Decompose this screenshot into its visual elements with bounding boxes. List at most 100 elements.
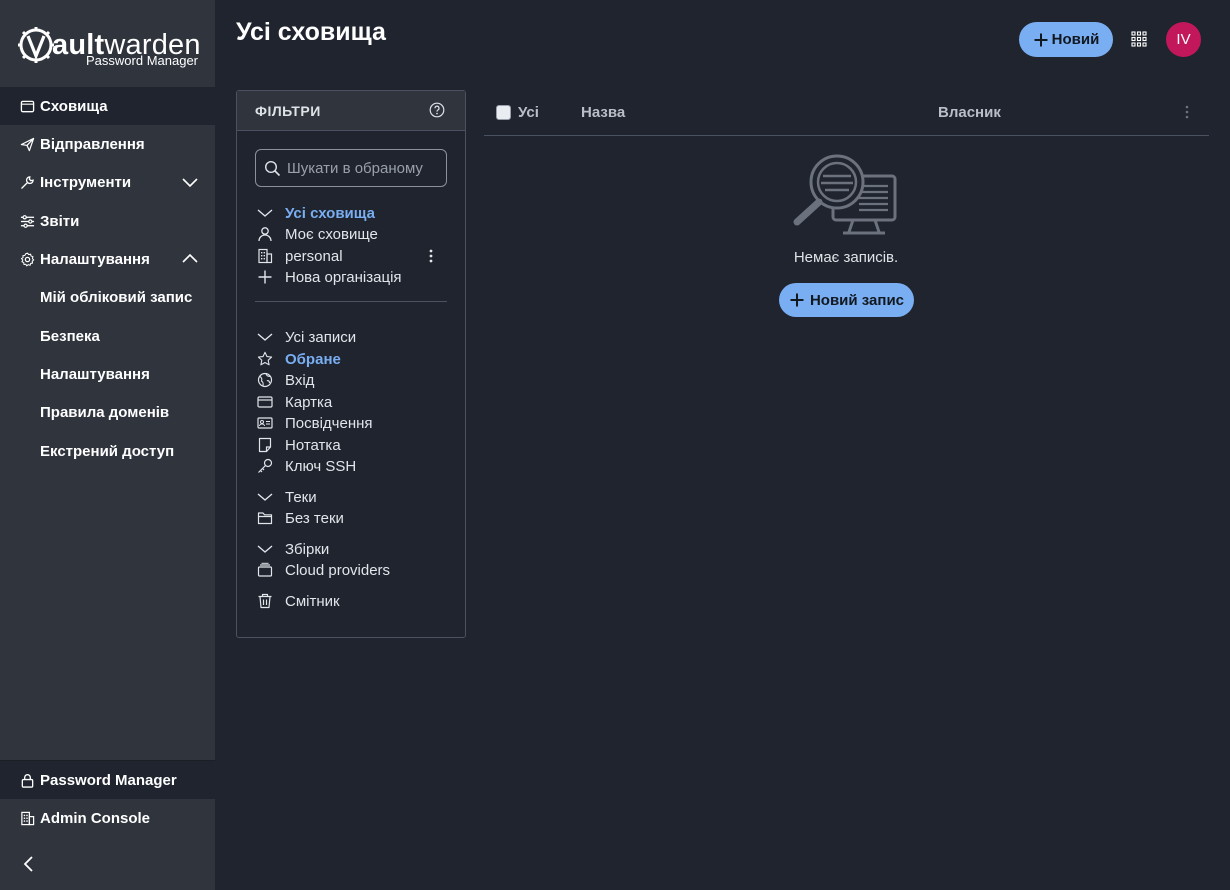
sliders-icon <box>20 214 35 228</box>
sidebar-item-domain-rules[interactable]: Правила доменів <box>0 393 215 431</box>
filter-label: Обране <box>285 350 341 368</box>
filter-collections[interactable]: Збірки <box>257 539 449 559</box>
filters-title: ФІЛЬТРИ <box>255 102 321 119</box>
filter-ssh-key[interactable]: Ключ SSH <box>257 456 449 476</box>
new-button[interactable]: Новий <box>1019 22 1113 57</box>
sidebar-item-label: Безпека <box>40 327 100 345</box>
sidebar-item-label: Налаштування <box>40 365 150 383</box>
filter-label: Моє сховище <box>285 225 378 243</box>
filter-label: Cloud providers <box>285 561 391 579</box>
sidebar-item-label: Відправлення <box>40 135 145 153</box>
sidebar-item-label: Мій обліковий запис <box>40 288 193 306</box>
filter-label: Вхід <box>285 371 315 389</box>
filter-label: Усі сховища <box>285 204 375 222</box>
filters-header: ФІЛЬТРИ <box>237 91 465 131</box>
new-item-button[interactable]: Новий запис <box>779 283 914 317</box>
app-switcher-icon[interactable] <box>1130 30 1148 48</box>
plus-icon <box>790 293 804 307</box>
filter-my-vault[interactable]: Моє сховище <box>257 224 449 244</box>
filter-all-items[interactable]: Усі записи <box>257 327 449 347</box>
chevron-down-icon[interactable] <box>257 205 273 221</box>
filter-search-field[interactable] <box>255 149 447 187</box>
filter-label: Посвідчення <box>285 414 373 432</box>
no-results-illustration-icon <box>793 154 897 235</box>
filter-label: Ключ SSH <box>285 457 357 475</box>
search-icon <box>264 160 281 176</box>
gear-icon <box>20 252 35 266</box>
product-switch-password-manager[interactable]: Password Manager <box>0 761 215 799</box>
sidebar-item-send[interactable]: Відправлення <box>0 125 215 163</box>
trash-icon <box>258 593 272 609</box>
lock-icon <box>21 773 34 788</box>
sidebar-item-emergency-access[interactable]: Екстрений доступ <box>0 432 215 470</box>
filter-login[interactable]: Вхід <box>257 370 449 390</box>
filter-label: Збірки <box>285 540 330 558</box>
filter-label: Нотатка <box>285 436 341 454</box>
sidebar-item-security[interactable]: Безпека <box>0 317 215 355</box>
filter-favorites[interactable]: Обране <box>257 349 449 369</box>
sidebar-item-label: Сховища <box>40 97 108 115</box>
filter-new-organization[interactable]: Нова організація <box>257 267 449 287</box>
sidebar-item-preferences[interactable]: Налаштування <box>0 355 215 393</box>
select-all-checkbox[interactable] <box>496 105 511 120</box>
filter-all-vaults[interactable]: Усі сховища <box>257 203 449 223</box>
filter-label: Теки <box>285 488 317 506</box>
collection-icon <box>257 562 273 577</box>
chevron-down-icon[interactable] <box>257 541 273 557</box>
vault-icon <box>20 100 35 112</box>
plus-icon <box>1034 33 1048 46</box>
chevron-down-icon[interactable] <box>257 489 273 505</box>
chevron-down-icon[interactable] <box>181 174 199 190</box>
note-icon <box>258 437 272 453</box>
sidebar-item-label: Налаштування <box>40 250 150 268</box>
filter-folders[interactable]: Теки <box>257 487 449 507</box>
vaultwarden-gear-icon <box>18 27 54 63</box>
sidebar-item-tools[interactable]: Інструменти <box>0 163 215 201</box>
chevron-up-icon[interactable] <box>181 251 199 267</box>
avatar[interactable]: IV <box>1166 22 1201 57</box>
filter-org-personal[interactable]: personal <box>257 246 449 266</box>
sidebar-item-label: Екстрений доступ <box>40 442 175 460</box>
send-icon <box>20 137 35 151</box>
key-icon <box>258 458 273 473</box>
user-icon <box>258 227 272 242</box>
sidebar-item-reports[interactable]: Звіти <box>0 202 215 240</box>
filter-label: Нова організація <box>285 268 402 286</box>
column-header-all[interactable]: Усі <box>518 104 539 121</box>
empty-state-message: Немає записів. <box>793 249 899 266</box>
folder-icon <box>257 512 273 525</box>
filter-trash[interactable]: Смітник <box>257 591 449 611</box>
filter-collection-cloud-providers[interactable]: Cloud providers <box>257 560 449 580</box>
sidebar-item-my-account[interactable]: Мій обліковий запис <box>0 278 215 316</box>
sidebar-item-vaults[interactable]: Сховища <box>0 87 215 125</box>
more-options-icon[interactable] <box>1179 104 1195 120</box>
building-icon <box>21 811 35 825</box>
divider <box>255 301 447 302</box>
column-header-name[interactable]: Назва <box>581 104 625 121</box>
filter-card[interactable]: Картка <box>257 392 449 412</box>
product-switch-admin-console[interactable]: Admin Console <box>0 799 215 837</box>
sidebar: aultwarden Password Manager Сховища Відп… <box>0 0 215 890</box>
sidebar-item-label: Звіти <box>40 212 80 230</box>
sidebar-item-label: Інструменти <box>40 173 132 191</box>
id-card-icon <box>257 417 273 429</box>
filter-label: personal <box>285 247 343 265</box>
new-button-label: Новий <box>1051 31 1100 48</box>
filter-identity[interactable]: Посвідчення <box>257 413 449 433</box>
filter-note[interactable]: Нотатка <box>257 435 449 455</box>
chevron-down-icon[interactable] <box>257 329 273 345</box>
sidebar-item-settings[interactable]: Налаштування <box>0 240 215 278</box>
more-options-icon[interactable] <box>423 248 439 264</box>
filter-label: Смітник <box>285 592 340 610</box>
logo-subtitle: Password Manager <box>86 53 198 68</box>
collapse-sidebar-icon[interactable] <box>20 854 38 874</box>
plus-icon <box>258 270 272 284</box>
column-header-owner[interactable]: Власник <box>938 104 1001 121</box>
credit-card-icon <box>257 396 273 408</box>
filter-no-folder[interactable]: Без теки <box>257 508 449 528</box>
sidebar-item-label: Admin Console <box>40 809 151 827</box>
sidebar-item-label: Password Manager <box>40 771 177 789</box>
vaultwarden-logo[interactable]: aultwarden Password Manager <box>18 26 200 72</box>
search-input[interactable] <box>287 159 437 177</box>
help-icon[interactable] <box>429 102 445 118</box>
